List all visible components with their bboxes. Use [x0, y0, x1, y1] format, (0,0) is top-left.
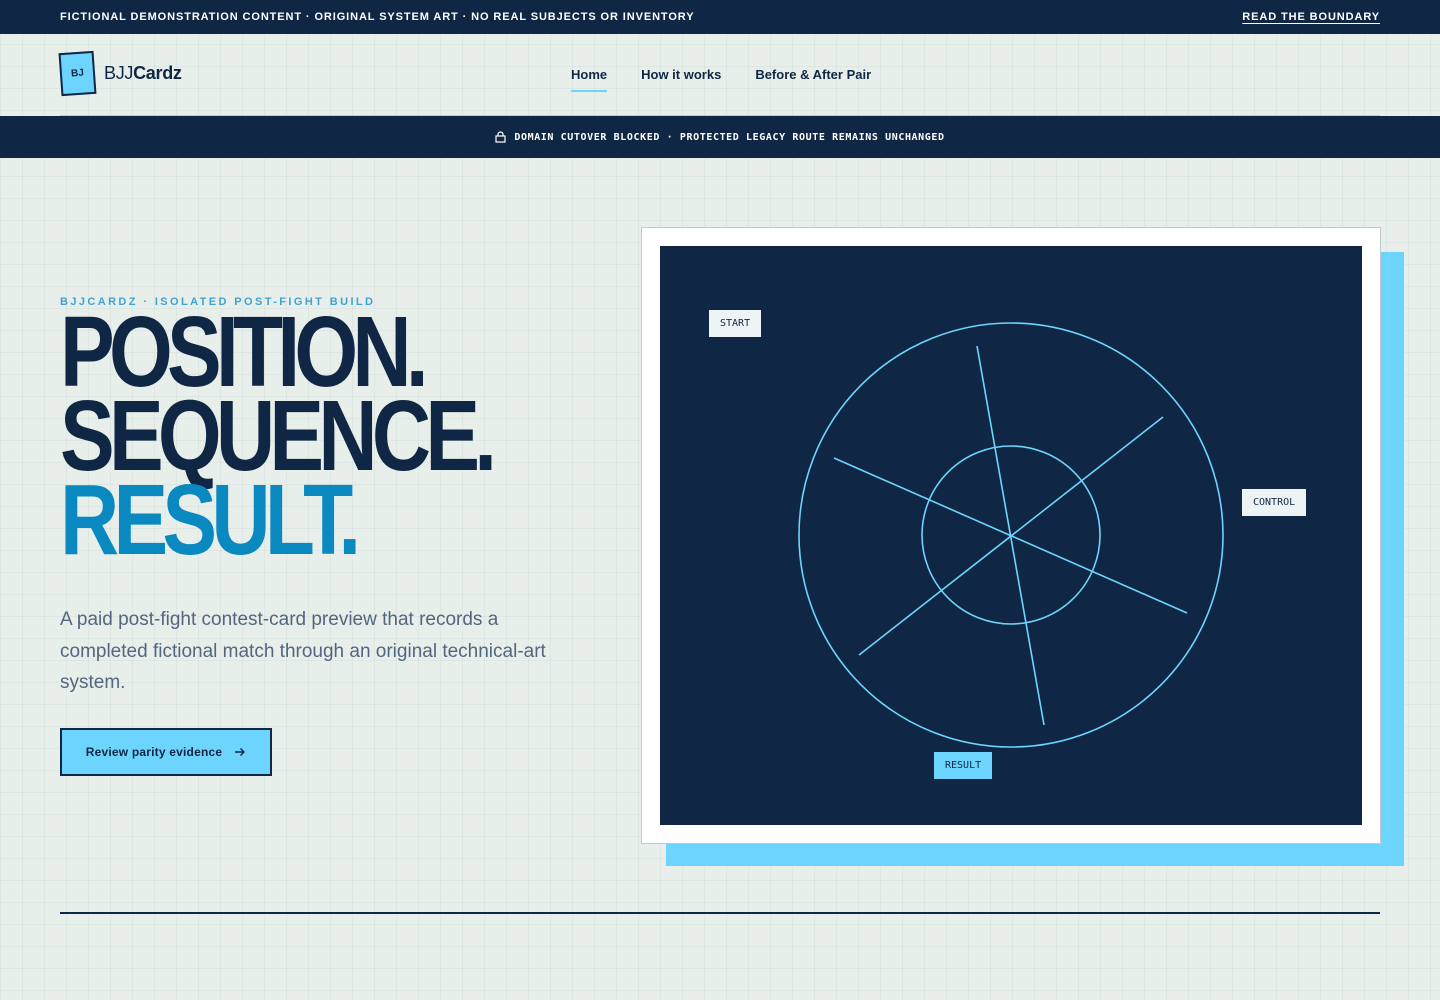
position-wheel-diagram [798, 322, 1224, 748]
hero-lede: A paid post-fight contest-card preview t… [60, 609, 546, 693]
notice-text: FICTIONAL DEMONSTRATION CONTENT · ORIGIN… [60, 11, 695, 23]
nav-item-how-it-works[interactable]: How it works [641, 67, 721, 90]
brand-name-light: BJJ [104, 63, 134, 83]
cta-label: Review parity evidence [85, 745, 223, 759]
lock-icon [495, 131, 506, 143]
read-boundary-link[interactable]: READ THE BOUNDARY [1242, 11, 1380, 23]
brand-name-bold: Cardz [133, 63, 182, 83]
status-text: DOMAIN CUTOVER BLOCKED · PROTECTED LEGAC… [514, 131, 945, 143]
diagram-canvas: START CONTROL RESULT [660, 246, 1362, 825]
brand-mark-icon: BJ [58, 50, 97, 97]
hero-figure: START CONTROL RESULT [641, 227, 1381, 844]
arrow-right-icon [235, 748, 246, 756]
notice-bar: FICTIONAL DEMONSTRATION CONTENT · ORIGIN… [0, 0, 1440, 34]
site-header: BJ BJJCardz Home How it works Before & A… [58, 34, 1380, 116]
status-strip: DOMAIN CUTOVER BLOCKED · PROTECTED LEGAC… [0, 116, 1440, 158]
nav-item-home[interactable]: Home [571, 67, 608, 92]
main-nav: Home How it works Before & After Pair [571, 67, 871, 92]
headline-line-result: RESULT. [60, 464, 361, 576]
brand-logo[interactable]: BJ BJJCardz [58, 50, 182, 97]
start-label: START [709, 310, 762, 337]
control-label: CONTROL [1242, 489, 1307, 516]
spoke-diagonal-down [833, 457, 1188, 614]
nav-item-before-after-pair[interactable]: Before & After Pair [755, 67, 871, 90]
hero-headline: POSITION. SEQUENCE. RESULT. [60, 302, 586, 576]
result-label: RESULT [934, 752, 993, 779]
brand-name: BJJCardz [104, 63, 182, 84]
section-divider [60, 912, 1380, 914]
review-parity-evidence-button[interactable]: Review parity evidence [60, 728, 272, 776]
